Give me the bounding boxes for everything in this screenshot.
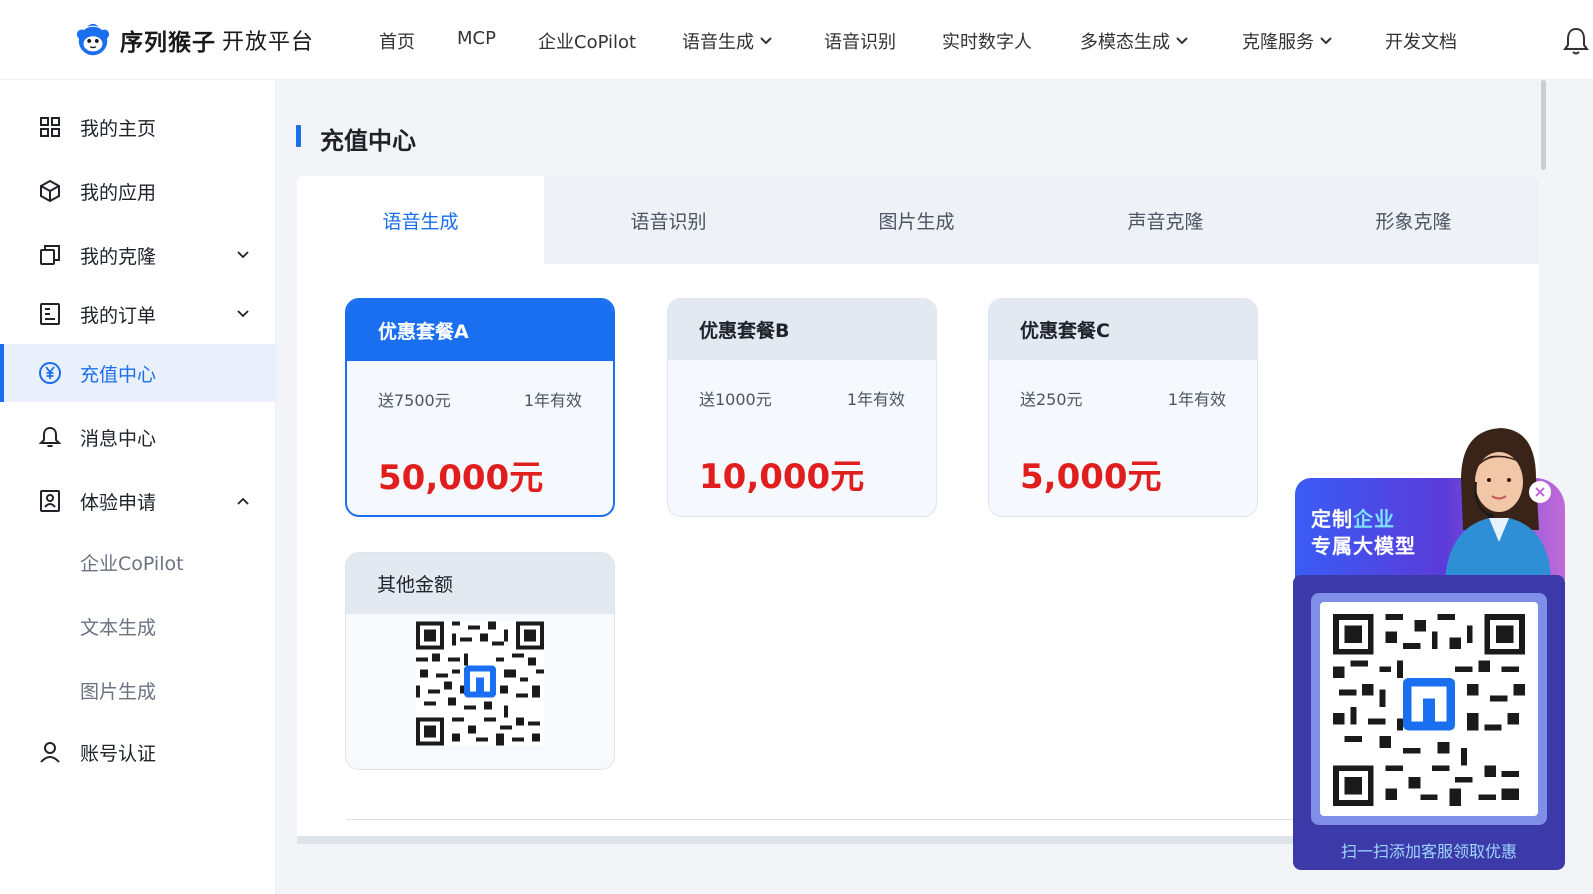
sidebar-item-label: 消息中心 <box>80 427 157 450</box>
package-card-c[interactable]: 优惠套餐C 送250元 1年有效 5,000元 <box>988 298 1258 517</box>
package-name: 优惠套餐C <box>989 299 1257 360</box>
brand-logo[interactable]: 序列猴子 开放平台 <box>74 20 314 60</box>
qr-code-icon <box>416 621 544 746</box>
package-price: 50,000元 <box>378 458 544 498</box>
chevron-down-icon <box>760 37 772 45</box>
nav-item-speech-generation[interactable]: 语音生成 <box>682 28 773 54</box>
copy-icon <box>40 245 60 265</box>
package-name: 优惠套餐B <box>668 299 936 360</box>
page-title: 充值中心 <box>320 127 416 155</box>
package-price: 5,000元 <box>1020 457 1162 497</box>
qr-frame <box>1311 593 1547 825</box>
nav-item-speech-recognition[interactable]: 语音识别 <box>824 28 896 54</box>
other-amount-card[interactable]: 其他金额 <box>345 552 615 770</box>
nav-item-multimodal[interactable]: 多模态生成 <box>1080 28 1189 54</box>
nav-item-dev-docs[interactable]: 开发文档 <box>1385 28 1457 54</box>
promo-line2: 专属大模型 <box>1311 534 1416 558</box>
tab-voice-clone[interactable]: 声音克隆 <box>1042 176 1289 264</box>
sidebar-item-clones[interactable]: 我的克隆 <box>0 226 276 284</box>
cube-icon <box>40 179 60 203</box>
nav-item-enterprise-copilot[interactable]: 企业CoPilot <box>538 28 636 54</box>
nav-item-realtime-avatar[interactable]: 实时数字人 <box>942 28 1032 54</box>
sidebar-subitem-text-generation[interactable]: 文本生成 <box>80 613 156 640</box>
title-accent-bar <box>296 125 301 147</box>
sidebar-subitem-enterprise-copilot[interactable]: 企业CoPilot <box>80 549 184 576</box>
package-bonus: 送7500元 <box>378 391 451 410</box>
sidebar: 我的主页 我的应用 我的克隆 我的订单 充值中心 消息中心 体验申请 企业CoP… <box>0 80 276 894</box>
sidebar-item-messages[interactable]: 消息中心 <box>0 408 276 466</box>
sidebar-subitem-image-generation[interactable]: 图片生成 <box>80 677 156 704</box>
tab-speech-recognition[interactable]: 语音识别 <box>545 176 792 264</box>
nav-label: 语音生成 <box>682 32 754 53</box>
tab-image-generation[interactable]: 图片生成 <box>793 176 1040 264</box>
promo-line1-a: 定制 <box>1311 507 1353 531</box>
sidebar-item-orders[interactable]: 我的订单 <box>0 285 276 343</box>
close-icon[interactable] <box>1529 481 1551 503</box>
package-validity: 1年有效 <box>523 391 582 410</box>
tab-speech-generation[interactable]: 语音生成 <box>297 176 544 264</box>
yuan-icon <box>39 362 61 384</box>
grid-icon <box>40 117 60 137</box>
nav-label: 开发文档 <box>1385 32 1457 53</box>
nav-label: 首页 <box>379 32 415 53</box>
section-divider <box>346 819 1306 820</box>
nav-item-home[interactable]: 首页 <box>379 28 415 54</box>
promo-caption: 扫一扫添加客服领取优惠 <box>1340 842 1517 861</box>
tab-avatar-clone[interactable]: 形象克隆 <box>1290 176 1537 264</box>
nav-label: 实时数字人 <box>942 32 1032 53</box>
package-name: 优惠套餐A <box>347 300 613 361</box>
sidebar-item-label: 充值中心 <box>80 363 157 386</box>
package-validity: 1年有效 <box>846 390 905 409</box>
top-navigation-bar: 序列猴子 开放平台 首页 MCP 企业CoPilot 语音生成 语音识别 实时数… <box>0 0 1593 80</box>
sidebar-item-trial[interactable]: 体验申请 <box>0 472 276 530</box>
brand-name: 序列猴子 <box>120 30 216 56</box>
sidebar-item-label: 账号认证 <box>80 742 157 765</box>
qr-background <box>1320 602 1538 816</box>
sidebar-item-account-verification[interactable]: 账号认证 <box>0 723 276 781</box>
user-icon <box>40 742 60 763</box>
brand-subtitle: 开放平台 <box>222 30 315 55</box>
chevron-up-icon[interactable] <box>236 494 250 508</box>
nav-item-clone-service[interactable]: 克隆服务 <box>1242 28 1333 54</box>
bell-icon[interactable] <box>1562 26 1590 56</box>
promo-headline: 定制企业 专属大模型 <box>1311 506 1416 560</box>
sidebar-item-home[interactable]: 我的主页 <box>0 98 276 156</box>
nav-label: 语音识别 <box>824 32 896 53</box>
chevron-down-icon[interactable] <box>236 248 250 262</box>
nav-label: 克隆服务 <box>1242 32 1314 53</box>
sidebar-item-label: 体验申请 <box>80 491 157 514</box>
qr-code-icon <box>1333 614 1525 806</box>
monkey-logo-icon <box>76 23 110 56</box>
order-icon <box>40 303 60 325</box>
sidebar-item-label: 我的克隆 <box>80 245 157 268</box>
chevron-down-icon[interactable] <box>236 307 250 321</box>
package-price: 10,000元 <box>699 457 865 497</box>
service-tabs: 语音生成 语音识别 图片生成 声音克隆 形象克隆 <box>297 176 1539 264</box>
sidebar-item-apps[interactable]: 我的应用 <box>0 162 276 220</box>
scrollbar-thumb[interactable] <box>1541 80 1546 170</box>
chevron-down-icon <box>1320 37 1332 45</box>
customer-service-promo: 定制企业 专属大模型 扫一扫添加客服领取优惠 <box>1293 420 1565 870</box>
promo-qr-section: 扫一扫添加客服领取优惠 <box>1293 575 1565 870</box>
profile-icon <box>40 490 60 512</box>
nav-label: MCP <box>457 28 496 49</box>
sidebar-item-label: 我的订单 <box>80 304 157 327</box>
promo-line1-b: 企业 <box>1353 507 1395 531</box>
nav-label: 多模态生成 <box>1080 32 1170 53</box>
bell-icon <box>38 426 62 447</box>
package-validity: 1年有效 <box>1167 390 1226 409</box>
nav-item-mcp[interactable]: MCP <box>457 28 496 49</box>
sidebar-item-label: 我的主页 <box>80 117 157 140</box>
package-bonus: 送1000元 <box>699 390 772 409</box>
sidebar-item-label: 我的应用 <box>80 181 157 204</box>
package-name: 其他金额 <box>346 553 614 614</box>
package-card-a[interactable]: 优惠套餐A 送7500元 1年有效 50,000元 <box>345 298 615 517</box>
nav-label: 企业CoPilot <box>538 32 637 53</box>
package-card-b[interactable]: 优惠套餐B 送1000元 1年有效 10,000元 <box>667 298 937 517</box>
sidebar-item-recharge[interactable]: 充值中心 <box>0 344 276 402</box>
chevron-down-icon <box>1176 37 1188 45</box>
package-bonus: 送250元 <box>1020 390 1083 409</box>
